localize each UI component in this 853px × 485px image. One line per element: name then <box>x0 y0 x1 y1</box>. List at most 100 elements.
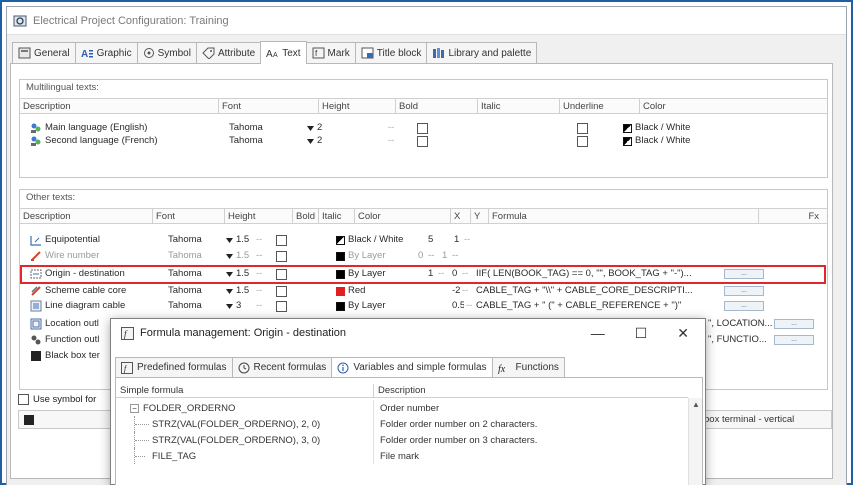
column-header[interactable]: Color <box>640 99 827 114</box>
tab-symbol[interactable]: Symbol <box>136 42 197 63</box>
formula-location-outline[interactable]: ", LOCATION... ... <box>706 318 820 330</box>
symbol-icon <box>143 48 154 58</box>
italic-checkbox[interactable] <box>276 285 287 297</box>
tab-label: Functions <box>515 362 559 373</box>
tab-label: Recent formulas <box>253 362 327 373</box>
column-header[interactable]: Bold <box>293 209 319 224</box>
color-swatch[interactable] <box>336 251 345 261</box>
formula-value[interactable]: ", FUNCTIO... <box>706 334 772 346</box>
bold-placeholder: -- <box>256 300 263 311</box>
list-item[interactable]: − FOLDER_ORDERNO Order number <box>116 400 439 416</box>
svg-text:A: A <box>266 49 273 59</box>
tab-functions[interactable]: fx Functions <box>491 357 565 377</box>
column-header[interactable]: Font <box>219 99 319 114</box>
formula-edit-button[interactable]: ... <box>724 286 764 296</box>
formula-value[interactable]: ", LOCATION... <box>706 318 772 330</box>
tab-mark[interactable]: f Mark <box>305 42 356 63</box>
tab-label: Library and palette <box>448 47 532 59</box>
color-swatch[interactable] <box>623 123 632 133</box>
tab-text[interactable]: AA Text <box>260 41 307 64</box>
maximize-button[interactable]: ☐ <box>635 325 648 342</box>
italic-checkbox[interactable] <box>276 234 287 246</box>
tab-graphic[interactable]: A Graphic <box>74 42 138 63</box>
column-header[interactable]: Height <box>225 209 293 224</box>
column-header[interactable]: Underline <box>560 99 640 114</box>
column-header[interactable]: Description <box>20 99 219 114</box>
color-swatch[interactable] <box>336 235 345 245</box>
list-item[interactable]: FILE_TAG File mark <box>116 448 419 464</box>
underline-checkbox[interactable] <box>577 122 588 134</box>
bold-checkbox[interactable] <box>417 122 428 134</box>
color-swatch[interactable] <box>336 286 345 296</box>
scroll-up-icon[interactable]: ▲ <box>692 400 700 409</box>
formula-value[interactable]: CABLE_TAG + " (" + CABLE_REFERENCE + ")" <box>474 300 722 312</box>
column-header[interactable]: Height <box>319 99 396 114</box>
table-row-line-diagram-cable[interactable]: Line diagram cable Tahoma 3 -- By Layer … <box>28 300 770 312</box>
column-header[interactable]: Italic <box>478 99 560 114</box>
color-swatch[interactable] <box>623 136 632 146</box>
column-header[interactable]: Formula <box>489 209 759 224</box>
list-item[interactable]: STRZ(VAL(FOLDER_ORDERNO), 3, 0) Folder o… <box>116 432 537 448</box>
formula-function-outline[interactable]: ", FUNCTIO... ... <box>706 334 820 346</box>
black-box-icon <box>24 415 34 425</box>
tab-recent-formulas[interactable]: Recent formulas <box>231 357 333 377</box>
list-item[interactable]: STRZ(VAL(FOLDER_ORDERNO), 2, 0) Folder o… <box>116 416 537 432</box>
column-header[interactable]: X <box>451 209 471 224</box>
formula-edit-button[interactable]: ... <box>774 335 814 345</box>
table-row-black-box-terminal[interactable]: Black box ter <box>28 350 112 362</box>
color-value: By Layer <box>348 300 386 311</box>
description-text: Line diagram cable <box>45 300 126 311</box>
column-header[interactable]: Simple formula <box>116 384 374 397</box>
column-header[interactable]: Color <box>355 209 451 224</box>
table-row-location-outline[interactable]: Location outl <box>28 318 112 330</box>
column-header[interactable]: Description <box>374 384 688 397</box>
table-row-scheme-cable-core[interactable]: Scheme cable core Tahoma 1.5 -- Red -2 -… <box>28 285 770 297</box>
chevron-down-icon[interactable] <box>226 288 233 295</box>
use-symbol-checkbox[interactable] <box>18 393 29 405</box>
x-value: 5 <box>428 234 434 245</box>
column-header[interactable]: Bold <box>396 99 478 114</box>
table-row-function-outline[interactable]: Function outl <box>28 334 112 346</box>
chevron-down-icon[interactable] <box>226 237 233 244</box>
bold-checkbox[interactable] <box>417 135 428 147</box>
formula-value[interactable]: CABLE_TAG + "\\" + CABLE_CORE_DESCRIPTI.… <box>474 285 722 297</box>
chevron-down-icon[interactable] <box>307 125 314 132</box>
table-row-equipotential[interactable]: Equipotential Tahoma 1.5 -- Black / Whit… <box>28 234 482 246</box>
minimize-button[interactable]: — <box>591 325 605 342</box>
formula-edit-button[interactable]: ... <box>724 301 764 311</box>
chevron-down-icon[interactable] <box>307 138 314 145</box>
column-header[interactable]: Description <box>20 209 153 224</box>
tab-attribute[interactable]: Attribute <box>195 42 262 63</box>
dialog-scrollbar[interactable]: ▲ <box>688 398 702 485</box>
chevron-down-icon[interactable] <box>226 253 233 260</box>
tab-title-block[interactable]: Title block <box>354 42 428 63</box>
formula-edit-button[interactable]: ... <box>774 319 814 329</box>
tree-expander[interactable]: − <box>130 403 139 413</box>
svg-text:fx: fx <box>498 364 506 374</box>
tab-library-and-palette[interactable]: Library and palette <box>426 42 538 63</box>
underline-checkbox[interactable] <box>577 135 588 147</box>
scheme-cable-core-icon <box>31 286 41 296</box>
tab-general[interactable]: General <box>12 42 76 63</box>
font-value: Tahoma <box>168 285 202 296</box>
window-title: Electrical Project Configuration: Traini… <box>33 14 229 27</box>
table-row[interactable]: Second language (French) Tahoma 2 -- Bla… <box>28 135 721 147</box>
y-placeholder: -- <box>462 285 469 296</box>
tree-connector <box>134 448 148 464</box>
close-button[interactable]: ✕ <box>677 325 689 342</box>
table-row[interactable]: Main language (English) Tahoma 2 -- Blac… <box>28 122 721 134</box>
column-header[interactable]: Italic <box>319 209 355 224</box>
chevron-down-icon[interactable] <box>226 303 233 310</box>
color-swatch[interactable] <box>336 301 345 311</box>
column-header[interactable]: Fx <box>759 209 827 224</box>
y-placeholder: -- <box>452 250 459 261</box>
column-header[interactable]: Font <box>153 209 225 224</box>
column-header[interactable]: Y <box>471 209 489 224</box>
tab-predefined-formulas[interactable]: f Predefined formulas <box>115 357 233 377</box>
italic-checkbox[interactable] <box>276 300 287 312</box>
general-icon <box>18 47 31 59</box>
table-row-wire-number[interactable]: Wire number Tahoma 1.5 -- By Layer 0 -- … <box>28 250 470 262</box>
italic-checkbox[interactable] <box>276 250 287 262</box>
tab-variables-and-simple-formulas[interactable]: Variables and simple formulas <box>331 357 493 377</box>
height-value: 1.5 <box>236 285 250 296</box>
